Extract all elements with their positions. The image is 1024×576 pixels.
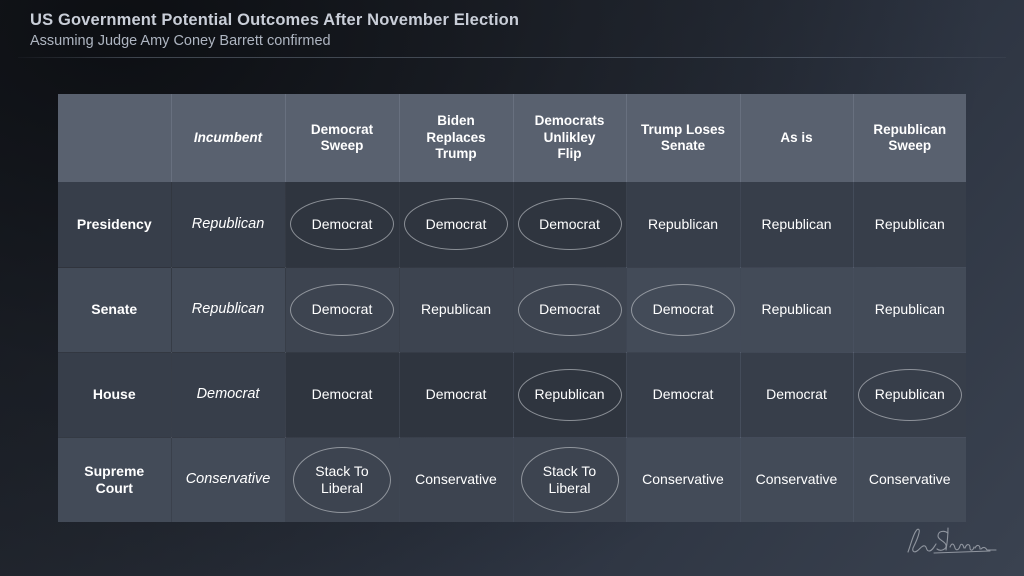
- cell-text: Democrat: [425, 386, 487, 402]
- cell-text: Conservative: [755, 471, 838, 488]
- cell-house-trump-loses-senate: Democrat: [626, 352, 741, 438]
- title-block: US Government Potential Outcomes After N…: [30, 9, 990, 51]
- cell-presidency-democrat-sweep: Democrat: [285, 182, 400, 268]
- cell-house-democrat-sweep: Democrat: [285, 352, 400, 438]
- cell-presidency-incumbent: Republican: [171, 182, 286, 268]
- cell-text: Republican: [191, 301, 265, 317]
- cell-text: Republican: [647, 215, 719, 232]
- cell-house-as-is: Democrat: [740, 352, 854, 438]
- cell-house-democrats-unlikley-flip: Republican: [513, 352, 627, 438]
- cell-house-incumbent: Democrat: [171, 352, 286, 438]
- row-label-house: House: [58, 352, 172, 438]
- cell-text: Conservative: [642, 471, 724, 488]
- column-header-trump-loses-senate: Trump Loses Senate: [626, 94, 741, 182]
- signature-watermark-icon: [907, 527, 997, 554]
- cell-text: Conservative: [415, 471, 497, 488]
- cell-presidency-trump-loses-senate: Republican: [626, 182, 741, 268]
- table-row: Senate Republican Democrat Republican De…: [58, 267, 966, 353]
- cell-text: Democrat: [539, 301, 600, 317]
- table-row: House Democrat Democrat Democrat Republi…: [58, 352, 966, 438]
- cell-text: Democrat: [311, 386, 373, 402]
- table-header-row: Incumbent Democrat Sweep Biden Replaces …: [58, 94, 966, 182]
- column-header-biden-replaces-trump: Biden Replaces Trump: [399, 94, 514, 182]
- table-header: Incumbent Democrat Sweep Biden Replaces …: [58, 94, 966, 182]
- outcomes-table-container: Incumbent Democrat Sweep Biden Replaces …: [58, 94, 966, 522]
- table-body: Presidency Republican Democrat Democrat …: [58, 182, 966, 522]
- cell-text: Democrat: [652, 301, 714, 317]
- outcomes-table: Incumbent Democrat Sweep Biden Replaces …: [58, 94, 966, 522]
- cell-text: Democrat: [311, 301, 373, 317]
- cell-text: Republican: [874, 386, 945, 402]
- cell-text: Conservative: [868, 471, 951, 488]
- cell-text: Conservative: [185, 471, 271, 488]
- column-header-democrats-unlikley-flip: Democrats Unlikley Flip: [513, 94, 627, 182]
- cell-text: Stack To Liberal: [315, 462, 369, 496]
- cell-senate-incumbent: Republican: [171, 267, 286, 353]
- column-header-as-is: As is: [740, 94, 854, 182]
- row-label-senate: Senate: [58, 267, 172, 353]
- cell-supreme-court-as-is: Conservative: [740, 437, 854, 522]
- cell-senate-democrats-unlikley-flip: Democrat: [513, 267, 627, 353]
- cell-text: Republican: [874, 301, 945, 317]
- cell-senate-as-is: Republican: [740, 267, 854, 353]
- cell-supreme-court-trump-loses-senate: Conservative: [626, 437, 741, 522]
- row-label-presidency: Presidency: [58, 182, 172, 268]
- cell-supreme-court-democrats-unlikley-flip: Stack To Liberal: [513, 437, 627, 522]
- cell-text: Democrat: [766, 386, 827, 402]
- cell-senate-democrat-sweep: Democrat: [285, 267, 400, 353]
- cell-text: Republican: [191, 215, 265, 232]
- cell-house-biden-replaces-trump: Democrat: [399, 352, 514, 438]
- cell-supreme-court-republican-sweep: Conservative: [853, 437, 966, 522]
- cell-text: Republican: [420, 301, 492, 317]
- column-header-republican-sweep: Republican Sweep: [853, 94, 966, 182]
- column-header-democrat-sweep: Democrat Sweep: [285, 94, 400, 182]
- cell-presidency-democrats-unlikley-flip: Democrat: [513, 182, 627, 268]
- cell-presidency-as-is: Republican: [740, 182, 854, 268]
- cell-text: Democrat: [652, 386, 714, 402]
- cell-text: Democrat: [311, 215, 373, 232]
- cell-text: Republican: [534, 386, 605, 402]
- cell-supreme-court-biden-replaces-trump: Conservative: [399, 437, 514, 522]
- cell-text: Democrat: [196, 386, 260, 402]
- cell-supreme-court-democrat-sweep: Stack To Liberal: [285, 437, 400, 522]
- cell-text: Stack To Liberal: [542, 462, 597, 496]
- cell-house-republican-sweep: Republican: [853, 352, 966, 438]
- table-row: Supreme Court Conservative Stack To Libe…: [58, 437, 966, 522]
- slide-canvas: US Government Potential Outcomes After N…: [0, 0, 1024, 576]
- column-header-incumbent: Incumbent: [171, 94, 286, 182]
- cell-text: Democrat: [425, 215, 487, 232]
- cell-senate-republican-sweep: Republican: [853, 267, 966, 353]
- cell-senate-biden-replaces-trump: Republican: [399, 267, 514, 353]
- table-row: Presidency Republican Democrat Democrat …: [58, 182, 966, 268]
- cell-senate-trump-loses-senate: Democrat: [626, 267, 741, 353]
- page-subtitle: Assuming Judge Amy Coney Barrett confirm…: [30, 33, 331, 49]
- row-label-supreme-court: Supreme Court: [58, 437, 172, 522]
- cell-presidency-republican-sweep: Republican: [853, 182, 966, 268]
- cell-presidency-biden-replaces-trump: Democrat: [399, 182, 514, 268]
- cell-supreme-court-incumbent: Conservative: [171, 437, 286, 522]
- page-title: US Government Potential Outcomes After N…: [30, 11, 520, 29]
- table-corner-cell: [58, 94, 172, 182]
- cell-text: Republican: [761, 301, 832, 317]
- cell-text: Democrat: [539, 215, 600, 232]
- cell-text: Republican: [761, 215, 832, 232]
- cell-text: Republican: [874, 215, 945, 232]
- header-divider: [18, 57, 1006, 58]
